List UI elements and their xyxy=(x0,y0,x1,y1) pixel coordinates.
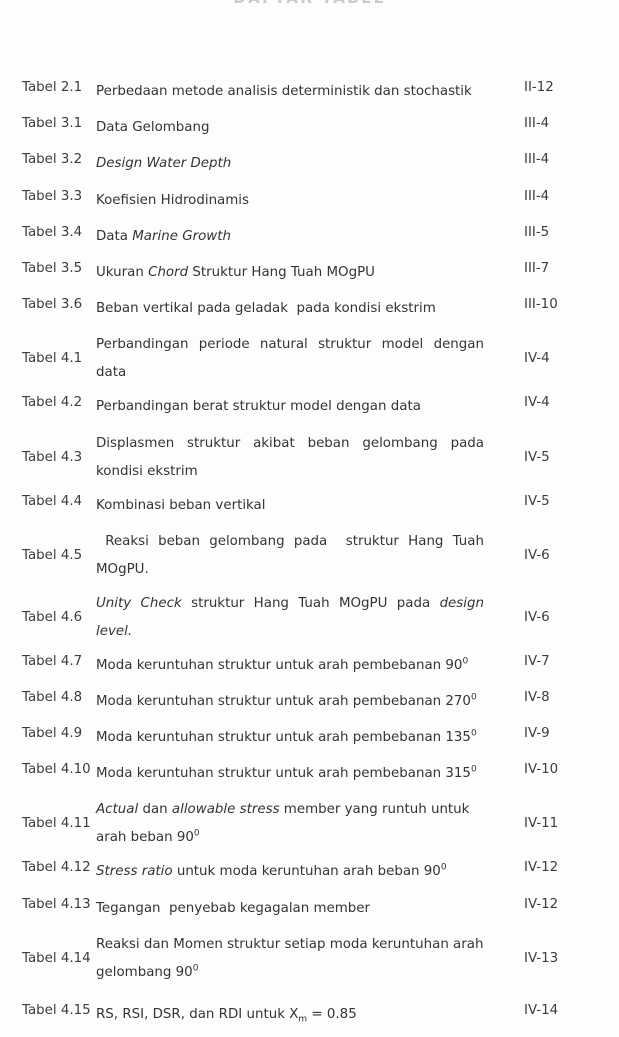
table-row-title: Koefisien Hidrodinamis xyxy=(96,192,250,208)
table-row-page: III-4 xyxy=(524,188,550,204)
table-row-label: Tabel 4.10 xyxy=(22,762,91,778)
table-row-page: IV-12 xyxy=(524,860,559,876)
table-row-label: Tabel 3.2 xyxy=(22,152,83,168)
table-row-label: Tabel 3.4 xyxy=(22,224,83,240)
table-row-title: Moda keruntuhan struktur untuk arah pemb… xyxy=(96,728,477,746)
table-row-page: IV-4 xyxy=(524,395,550,411)
table-row-page: IV-9 xyxy=(524,726,550,742)
table-row-label: Tabel 4.7 xyxy=(22,653,83,669)
table-row-page: IV-14 xyxy=(524,1002,559,1018)
table-row: Tabel 4.11 Actual dan allowable stress m… xyxy=(0,796,619,852)
table-row-title: Displasmen struktur akibat beban gelomba… xyxy=(96,435,489,479)
table-row-title: Beban vertikal pada geladak pada kondisi… xyxy=(96,301,436,317)
table-row-page: IV-10 xyxy=(524,762,559,778)
table-row: Tabel 4.7 Moda keruntuhan struktur untuk… xyxy=(0,652,619,680)
table-row-page: III-5 xyxy=(524,224,550,240)
table-row-title: Unity Check struktur Hang Tuah MOgPU pad… xyxy=(96,595,489,639)
table-row-label: Tabel 4.13 xyxy=(22,896,91,912)
table-row-title: Tegangan penyebab kegagalan member xyxy=(96,900,371,916)
table-row-page: IV-4 xyxy=(524,351,550,367)
table-row-page: IV-8 xyxy=(524,689,550,705)
table-row-page: IV-5 xyxy=(524,493,550,509)
table-row-title: Perbandingan periode natural struktur mo… xyxy=(96,337,489,381)
table-row: Tabel 4.13 Tegangan penyebab kegagalan m… xyxy=(0,895,619,923)
table-row-page: II-12 xyxy=(524,80,554,95)
table-row-page: IV-12 xyxy=(524,896,559,912)
table-row-title: Moda keruntuhan struktur untuk arah pemb… xyxy=(96,764,477,782)
table-row: Tabel 4.15 RS, RSI, DSR, dan RDI untuk X… xyxy=(0,1001,619,1029)
table-row: Tabel 4.5 Reaksi beban gelombang pada st… xyxy=(0,528,619,584)
table-row: Tabel 3.1 Data Gelombang III-4 xyxy=(0,114,619,142)
table-row-label: Tabel 2.1 xyxy=(22,80,83,95)
table-row: Tabel 4.10 Moda keruntuhan struktur untu… xyxy=(0,760,619,788)
table-row-title: Perbandingan berat struktur model dengan… xyxy=(96,399,421,415)
table-row-label: Tabel 4.14 xyxy=(22,950,91,966)
table-row-label: Tabel 3.1 xyxy=(22,116,83,132)
table-row-label: Tabel 4.3 xyxy=(22,449,83,465)
table-row-title: Reaksi dan Momen struktur setiap moda ke… xyxy=(96,936,488,980)
table-row: Tabel 2.1 Perbedaan metode analisis dete… xyxy=(0,78,619,106)
table-row-page: IV-5 xyxy=(524,449,550,465)
table-row-page: III-7 xyxy=(524,260,550,276)
table-row-title: Moda keruntuhan struktur untuk arah pemb… xyxy=(96,692,477,709)
table-row: Tabel 4.1 Perbandingan periode natural s… xyxy=(0,331,619,387)
table-row: Tabel 3.6 Beban vertikal pada geladak pa… xyxy=(0,295,619,323)
table-row-page: III-10 xyxy=(524,297,558,313)
table-row-label: Tabel 4.1 xyxy=(22,351,83,367)
table-row-label: Tabel 4.2 xyxy=(22,395,83,411)
table-row-title: Moda keruntuhan struktur untuk arah pemb… xyxy=(96,656,469,673)
table-row-label: Tabel 3.3 xyxy=(22,188,83,204)
table-row-title: Perbedaan metode analisis deterministik … xyxy=(96,84,472,99)
table-row-title: RS, RSI, DSR, dan RDI untuk Xm = 0.85 xyxy=(96,1006,357,1025)
table-row-title: Ukuran Chord Struktur Hang Tuah MOgPU xyxy=(96,264,375,280)
table-row-page: IV-6 xyxy=(524,609,550,625)
table-row: Tabel 3.2 Design Water Depth III-4 xyxy=(0,150,619,178)
table-row-label: Tabel 4.12 xyxy=(22,860,91,876)
table-row-label: Tabel 4.4 xyxy=(22,493,83,509)
table-row: Tabel 3.4 Data Marine Growth III-5 xyxy=(0,223,619,251)
table-row-title: Kombinasi beban vertikal xyxy=(96,497,266,513)
table-row-label: Tabel 4.11 xyxy=(22,816,91,832)
table-row-title: Data Gelombang xyxy=(96,120,210,136)
table-row-label: Tabel 4.6 xyxy=(22,609,83,625)
table-row-title: Actual dan allowable stress member yang … xyxy=(96,802,474,846)
table-row: Tabel 4.3 Displasmen struktur akibat beb… xyxy=(0,430,619,486)
table-row-title: Reaksi beban gelombang pada struktur Han… xyxy=(96,533,489,577)
table-row-label: Tabel 3.5 xyxy=(22,260,83,276)
table-row: Tabel 4.12 Stress ratio untuk moda kerun… xyxy=(0,858,619,886)
table-row-page: III-4 xyxy=(524,152,550,168)
table-row-label: Tabel 4.5 xyxy=(22,547,83,563)
table-row: Tabel 4.14 Reaksi dan Momen struktur set… xyxy=(0,931,619,987)
table-row-page: IV-6 xyxy=(524,547,550,563)
table-row-page: IV-13 xyxy=(524,950,559,966)
table-row-page: IV-7 xyxy=(524,653,550,669)
table-row-page: III-4 xyxy=(524,116,550,132)
page-title: DAFTAR TABEL xyxy=(0,0,619,7)
table-row-label: Tabel 4.8 xyxy=(22,689,83,705)
table-row: Tabel 4.2 Perbandingan berat struktur mo… xyxy=(0,393,619,421)
table-row-title: Stress ratio untuk moda keruntuhan arah … xyxy=(96,862,447,880)
table-row: Tabel 4.9 Moda keruntuhan struktur untuk… xyxy=(0,724,619,752)
table-row-label: Tabel 4.9 xyxy=(22,726,83,742)
table-row-label: Tabel 3.6 xyxy=(22,297,83,313)
table-row-label: Tabel 4.15 xyxy=(22,1002,91,1018)
table-row: Tabel 3.3 Koefisien Hidrodinamis III-4 xyxy=(0,187,619,215)
table-row-page: IV-11 xyxy=(524,816,559,832)
table-row-title: Data Marine Growth xyxy=(96,228,231,244)
table-row: Tabel 4.4 Kombinasi beban vertikal IV-5 xyxy=(0,492,619,520)
table-row-title: Design Water Depth xyxy=(96,156,232,172)
list-of-tables: Tabel 2.1 Perbedaan metode analisis dete… xyxy=(0,78,619,1037)
table-row: Tabel 3.5 Ukuran Chord Struktur Hang Tua… xyxy=(0,259,619,287)
table-row: Tabel 4.8 Moda keruntuhan struktur untuk… xyxy=(0,688,619,716)
table-row: Tabel 4.6 Unity Check struktur Hang Tuah… xyxy=(0,590,619,646)
